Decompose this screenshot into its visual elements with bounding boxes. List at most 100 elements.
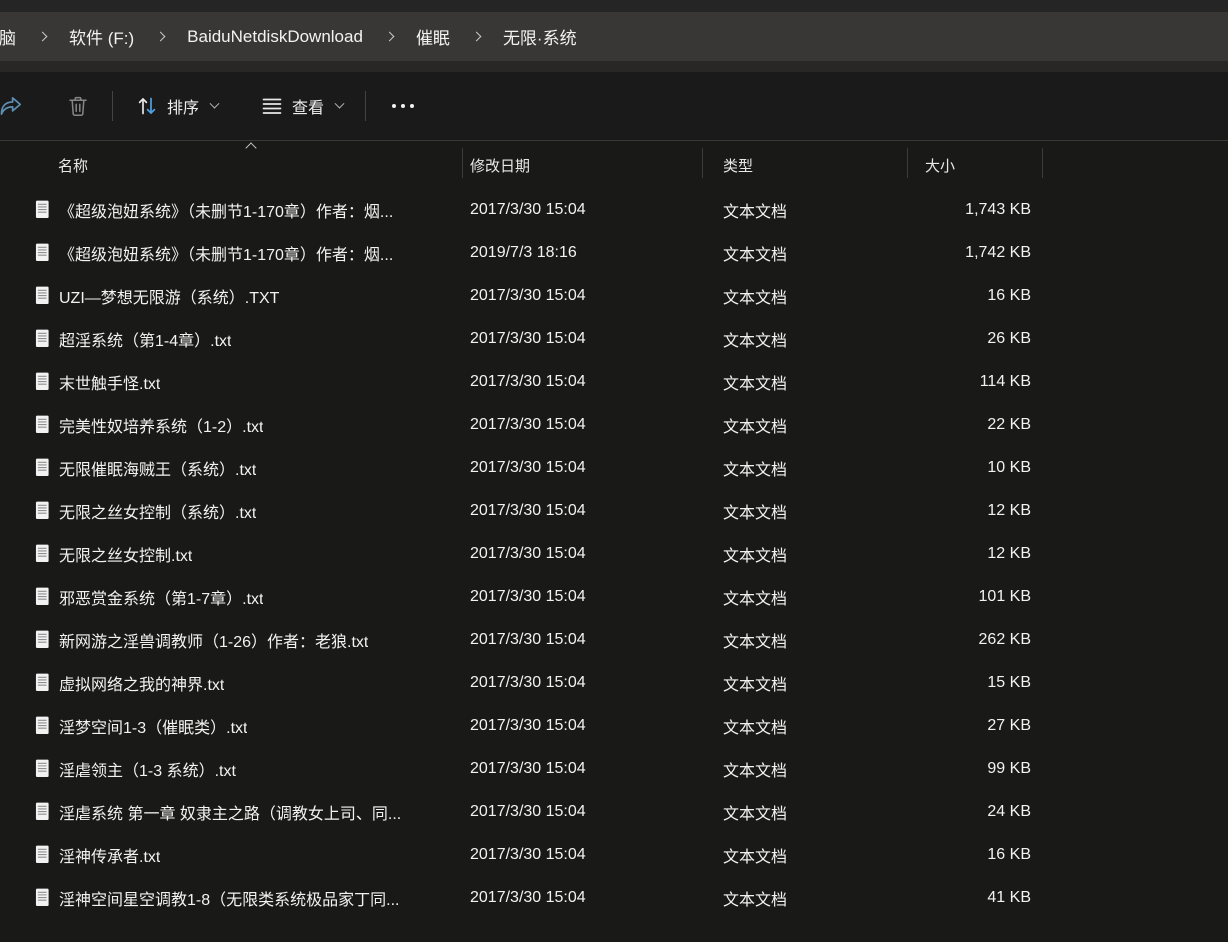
column-divider[interactable] (702, 148, 703, 178)
text-file-icon (35, 716, 50, 735)
file-name-cell: 无限之丝女控制.txt (35, 532, 455, 575)
sort-arrows-icon (135, 94, 159, 118)
text-file-icon (35, 544, 50, 563)
file-size: 99 KB (905, 747, 1031, 790)
file-name: UZI—梦想无限游（系统）.TXT (59, 284, 279, 308)
column-header-name[interactable]: 名称 (58, 155, 88, 176)
table-row[interactable]: UZI—梦想无限游（系统）.TXT 2017/3/30 15:04 文本文档 1… (0, 274, 1228, 317)
file-name-cell: 淫虐领主（1-3 系统）.txt (35, 747, 455, 790)
table-row[interactable]: 无限之丝女控制.txt 2017/3/30 15:04 文本文档 12 KB (0, 532, 1228, 575)
file-name: 虚拟网络之我的神界.txt (59, 671, 224, 695)
share-button[interactable] (0, 85, 34, 127)
column-divider[interactable] (1042, 148, 1043, 178)
file-name: 淫虐系统 第一章 奴隶主之路（调教女上司、同... (59, 800, 401, 824)
file-date-modified: 2017/3/30 15:04 (470, 317, 695, 360)
chevron-down-icon (210, 98, 220, 108)
text-file-icon (35, 630, 50, 649)
file-date-modified: 2017/3/30 15:04 (470, 790, 695, 833)
table-row[interactable]: 新网游之淫兽调教师（1-26）作者：老狼.txt 2017/3/30 15:04… (0, 618, 1228, 661)
table-row[interactable]: 《超级泡妞系统》（未删节1-170章）作者：烟... 2019/7/3 18:1… (0, 231, 1228, 274)
column-divider[interactable] (462, 148, 463, 178)
file-name-cell: 淫神传承者.txt (35, 833, 455, 876)
file-type: 文本文档 (723, 575, 898, 618)
chevron-right-icon (156, 32, 166, 42)
breadcrumb-item-this-pc[interactable]: 脑 (0, 19, 25, 54)
text-file-icon (35, 286, 50, 305)
breadcrumb-item-cuimian[interactable]: 催眠 (407, 19, 459, 54)
address-bar-gap (0, 61, 1228, 72)
table-row[interactable]: 淫神传承者.txt 2017/3/30 15:04 文本文档 16 KB (0, 833, 1228, 876)
file-name: 末世触手怪.txt (59, 370, 160, 394)
file-name: 《超级泡妞系统》（未删节1-170章）作者：烟... (59, 241, 393, 265)
file-date-modified: 2017/3/30 15:04 (470, 747, 695, 790)
file-name: 超淫系统（第1-4章）.txt (59, 327, 231, 351)
file-date-modified: 2017/3/30 15:04 (470, 446, 695, 489)
toolbar-divider (112, 91, 113, 121)
delete-button[interactable] (56, 86, 100, 126)
table-row[interactable]: 《超级泡妞系统》（未删节1-170章）作者：烟... 2017/3/30 15:… (0, 188, 1228, 231)
file-name-cell: UZI—梦想无限游（系统）.TXT (35, 274, 455, 317)
toolbar-divider (365, 91, 366, 121)
table-row[interactable]: 淫神空间星空调教1-8（无限类系统极品家丁同... 2017/3/30 15:0… (0, 876, 1228, 919)
file-date-modified: 2017/3/30 15:04 (470, 661, 695, 704)
file-size: 101 KB (905, 575, 1031, 618)
text-file-icon (35, 673, 50, 692)
file-size: 1,742 KB (905, 231, 1031, 274)
file-name-cell: 邪恶赏金系统（第1-7章）.txt (35, 575, 455, 618)
file-date-modified: 2017/3/30 15:04 (470, 188, 695, 231)
breadcrumb: 脑 软件 (F:) BaiduNetdiskDownload 催眠 无限·系统 (0, 12, 1228, 61)
file-size: 16 KB (905, 833, 1031, 876)
sort-button[interactable]: 排序 (125, 86, 228, 126)
file-type: 文本文档 (723, 704, 898, 747)
table-row[interactable]: 邪恶赏金系统（第1-7章）.txt 2017/3/30 15:04 文本文档 1… (0, 575, 1228, 618)
table-row[interactable]: 淫虐系统 第一章 奴隶主之路（调教女上司、同... 2017/3/30 15:0… (0, 790, 1228, 833)
table-row[interactable]: 无限之丝女控制（系统）.txt 2017/3/30 15:04 文本文档 12 … (0, 489, 1228, 532)
file-size: 22 KB (905, 403, 1031, 446)
text-file-icon (35, 415, 50, 434)
table-row[interactable]: 淫梦空间1-3（催眠类）.txt 2017/3/30 15:04 文本文档 27… (0, 704, 1228, 747)
text-file-icon (35, 845, 50, 864)
column-divider[interactable] (907, 148, 908, 178)
breadcrumb-item-baidunetdiskdownload[interactable]: BaiduNetdiskDownload (178, 22, 372, 52)
column-header-row: 名称 修改日期 类型 大小 (0, 142, 1228, 186)
file-date-modified: 2017/3/30 15:04 (470, 489, 695, 532)
file-type: 文本文档 (723, 188, 898, 231)
file-date-modified: 2017/3/30 15:04 (470, 833, 695, 876)
file-name-cell: 《超级泡妞系统》（未删节1-170章）作者：烟... (35, 231, 455, 274)
breadcrumb-item-drive-f[interactable]: 软件 (F:) (60, 19, 143, 54)
file-date-modified: 2019/7/3 18:16 (470, 231, 695, 274)
file-type: 文本文档 (723, 532, 898, 575)
table-row[interactable]: 超淫系统（第1-4章）.txt 2017/3/30 15:04 文本文档 26 … (0, 317, 1228, 360)
table-row[interactable]: 虚拟网络之我的神界.txt 2017/3/30 15:04 文本文档 15 KB (0, 661, 1228, 704)
file-type: 文本文档 (723, 274, 898, 317)
file-size: 12 KB (905, 532, 1031, 575)
file-name: 无限之丝女控制（系统）.txt (59, 499, 256, 523)
text-file-icon (35, 329, 50, 348)
see-more-button[interactable] (378, 94, 428, 118)
file-name-cell: 末世触手怪.txt (35, 360, 455, 403)
column-header-type[interactable]: 类型 (723, 155, 753, 176)
file-size: 24 KB (905, 790, 1031, 833)
trash-icon (66, 94, 90, 118)
file-name: 无限催眠海贼王（系统）.txt (59, 456, 256, 480)
file-name-cell: 淫虐系统 第一章 奴隶主之路（调教女上司、同... (35, 790, 455, 833)
file-type: 文本文档 (723, 489, 898, 532)
text-file-icon (35, 888, 50, 907)
file-type: 文本文档 (723, 618, 898, 661)
sort-ascending-icon (245, 142, 256, 153)
breadcrumb-item-current-folder[interactable]: 无限·系统 (494, 19, 586, 54)
chevron-right-icon (38, 32, 48, 42)
table-row[interactable]: 末世触手怪.txt 2017/3/30 15:04 文本文档 114 KB (0, 360, 1228, 403)
file-name: 淫神空间星空调教1-8（无限类系统极品家丁同... (59, 886, 399, 910)
file-size: 1,743 KB (905, 188, 1031, 231)
table-row[interactable]: 无限催眠海贼王（系统）.txt 2017/3/30 15:04 文本文档 10 … (0, 446, 1228, 489)
table-row[interactable]: 完美性奴培养系统（1-2）.txt 2017/3/30 15:04 文本文档 2… (0, 403, 1228, 446)
file-list: 《超级泡妞系统》（未删节1-170章）作者：烟... 2017/3/30 15:… (0, 188, 1228, 919)
file-type: 文本文档 (723, 360, 898, 403)
column-header-size[interactable]: 大小 (925, 155, 955, 176)
view-button[interactable]: 查看 (250, 86, 353, 126)
table-row[interactable]: 淫虐领主（1-3 系统）.txt 2017/3/30 15:04 文本文档 99… (0, 747, 1228, 790)
column-header-date-modified[interactable]: 修改日期 (470, 155, 530, 176)
file-type: 文本文档 (723, 790, 898, 833)
file-name: 《超级泡妞系统》（未删节1-170章）作者：烟... (59, 198, 393, 222)
